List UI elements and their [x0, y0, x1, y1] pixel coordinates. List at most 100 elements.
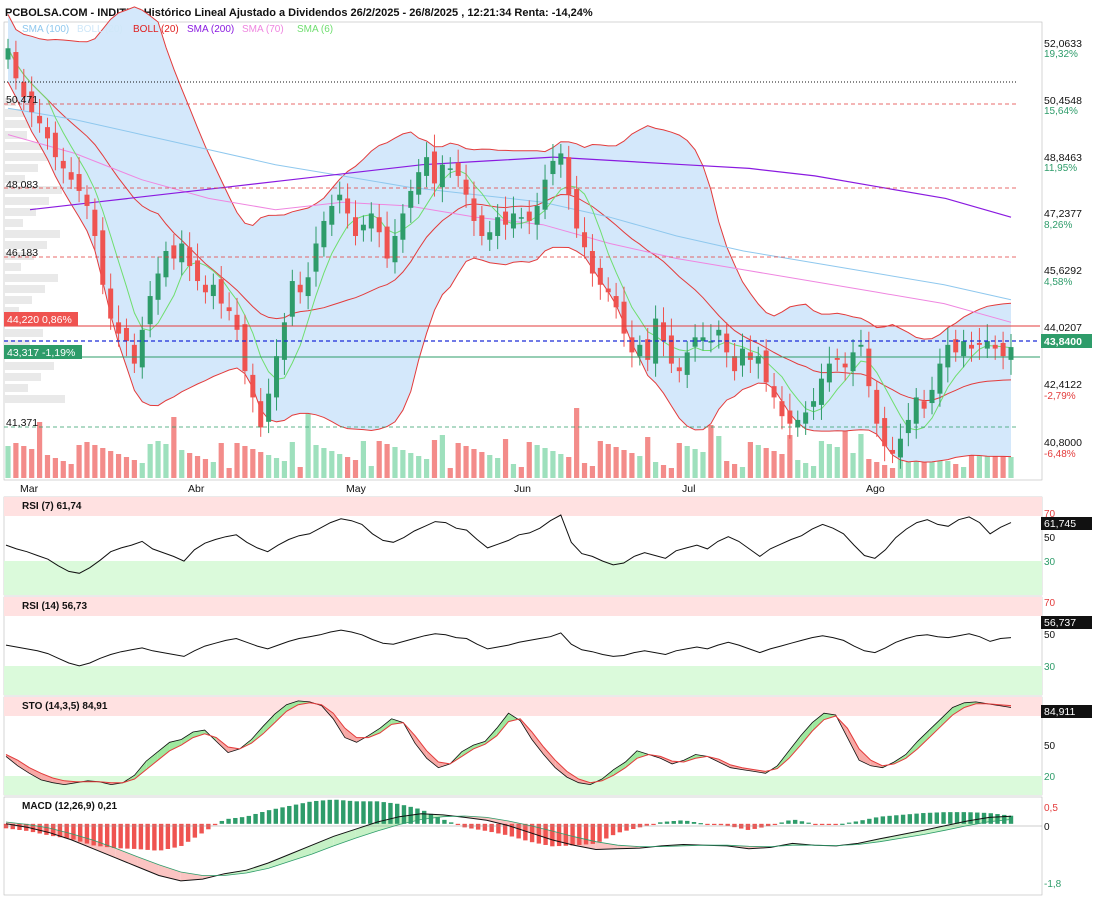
macd-histogram-bar — [246, 815, 252, 824]
volume-bar — [187, 453, 193, 478]
volume-bar — [147, 444, 153, 478]
volume-bar — [542, 448, 548, 478]
volume-bar — [826, 444, 832, 478]
volume-bar — [866, 459, 872, 478]
candle-body — [811, 401, 817, 407]
candle-body — [289, 281, 295, 317]
volume-bar — [297, 467, 303, 478]
volume-bar — [803, 463, 809, 478]
candle-body — [400, 213, 406, 240]
candle-body — [210, 284, 216, 297]
volume-bar — [13, 443, 19, 478]
candle-body — [52, 132, 58, 158]
volume-bar — [171, 417, 177, 478]
volume-bar — [210, 462, 216, 478]
volume-bar — [747, 442, 753, 478]
legend-boll-fill: BOLL (20) — [77, 24, 123, 35]
volume-bar — [447, 468, 453, 478]
volume-bar — [479, 452, 485, 478]
chart-title: PCBOLSA.COM - INDITEX Histórico Lineal A… — [5, 7, 593, 19]
candle-body — [550, 160, 556, 175]
candle-body — [439, 164, 445, 188]
volume-bar — [84, 442, 90, 478]
macd-histogram-bar — [138, 823, 144, 850]
macd-histogram-bar — [475, 823, 481, 830]
candle-body — [37, 115, 43, 124]
candle-body — [582, 232, 588, 248]
rsi7-value: 61,745 — [1044, 518, 1076, 530]
macd-histogram-bar — [772, 823, 778, 826]
macd-histogram-bar — [37, 823, 42, 834]
volume-bar — [234, 443, 240, 478]
macd-histogram-bar — [361, 801, 366, 824]
pct-tick-2: 15,64% — [1044, 106, 1078, 117]
candle-body — [842, 363, 848, 368]
candle-body — [266, 393, 272, 422]
volume-bar — [139, 463, 145, 478]
volume-bar — [739, 467, 746, 478]
macd-histogram-bar — [314, 800, 319, 824]
candle-body — [1008, 347, 1014, 360]
volume-bar — [510, 464, 517, 478]
price-tick-6: 44,0207 — [1044, 322, 1082, 334]
volume-bar — [376, 441, 382, 478]
candle-body — [179, 243, 185, 263]
macd-histogram-bar — [900, 814, 906, 824]
volume-bar — [400, 450, 406, 478]
rsi7-level-30: 30 — [1044, 557, 1056, 568]
volume-bar — [605, 444, 611, 478]
volume-profile-bar — [4, 274, 58, 282]
macd-histogram-bar — [185, 823, 191, 842]
volume-bar — [21, 446, 27, 478]
stock-chart-svg: PCBOLSA.COM - INDITEX Histórico Lineal A… — [3, 6, 1092, 896]
candle-body — [558, 153, 564, 165]
pct-tick-8: -6,48% — [1044, 449, 1076, 460]
candle-body — [100, 230, 106, 285]
volume-bar — [60, 461, 66, 478]
pct-tick-7: -2,79% — [1044, 391, 1076, 402]
upper-price-tag-text: 44,220 0,86% — [7, 314, 72, 326]
candle-body — [313, 243, 319, 272]
main-price-panel: 50,471 48,083 46,183 41,371 44,220 0,86%… — [3, 6, 1092, 495]
volume-bar — [344, 457, 351, 478]
macd-histogram-bar — [199, 823, 204, 834]
volume-bar — [321, 448, 327, 478]
candle-body — [131, 344, 137, 364]
rsi7-panel: RSI (7) 61,74 70 50 30 61,745 — [3, 496, 1092, 596]
volume-profile-bar — [4, 153, 51, 161]
macd-histogram-bar — [631, 823, 636, 829]
volume-bar — [755, 445, 761, 478]
rsi14-value: 56,737 — [1044, 617, 1076, 629]
rsi7-level-50: 50 — [1044, 533, 1056, 544]
volume-bar — [115, 454, 122, 478]
macd-histogram-bar — [172, 823, 177, 848]
candle-body — [976, 342, 982, 345]
macd-histogram-bar — [212, 823, 218, 826]
candle-body — [337, 194, 343, 201]
candle-body — [226, 307, 232, 312]
candle-body — [882, 418, 888, 447]
candle-body — [471, 198, 477, 221]
candle-body — [787, 410, 793, 424]
macd-histogram-bar — [624, 823, 629, 831]
volume-bar — [834, 447, 840, 478]
candle-body — [163, 251, 169, 278]
volume-bar — [36, 422, 43, 478]
macd-histogram-bar — [442, 819, 447, 824]
candle-body — [984, 341, 990, 349]
candle-body — [518, 217, 524, 219]
volume-profile-bar — [4, 164, 38, 172]
volume-bar — [589, 466, 596, 478]
volume-bar — [92, 445, 98, 478]
candle-body — [171, 245, 177, 259]
macd-histogram-bar — [219, 820, 225, 824]
macd-histogram-bar — [152, 823, 157, 851]
macd-histogram-bar — [759, 823, 764, 828]
volume-bar — [700, 452, 706, 478]
macd-histogram-bar — [273, 808, 278, 824]
volume-bar — [889, 468, 896, 478]
candle-body — [937, 363, 943, 394]
macd-label: MACD (12,26,9) 0,21 — [22, 801, 117, 812]
macd-histogram-bar — [260, 812, 265, 824]
candle-body — [905, 419, 911, 434]
